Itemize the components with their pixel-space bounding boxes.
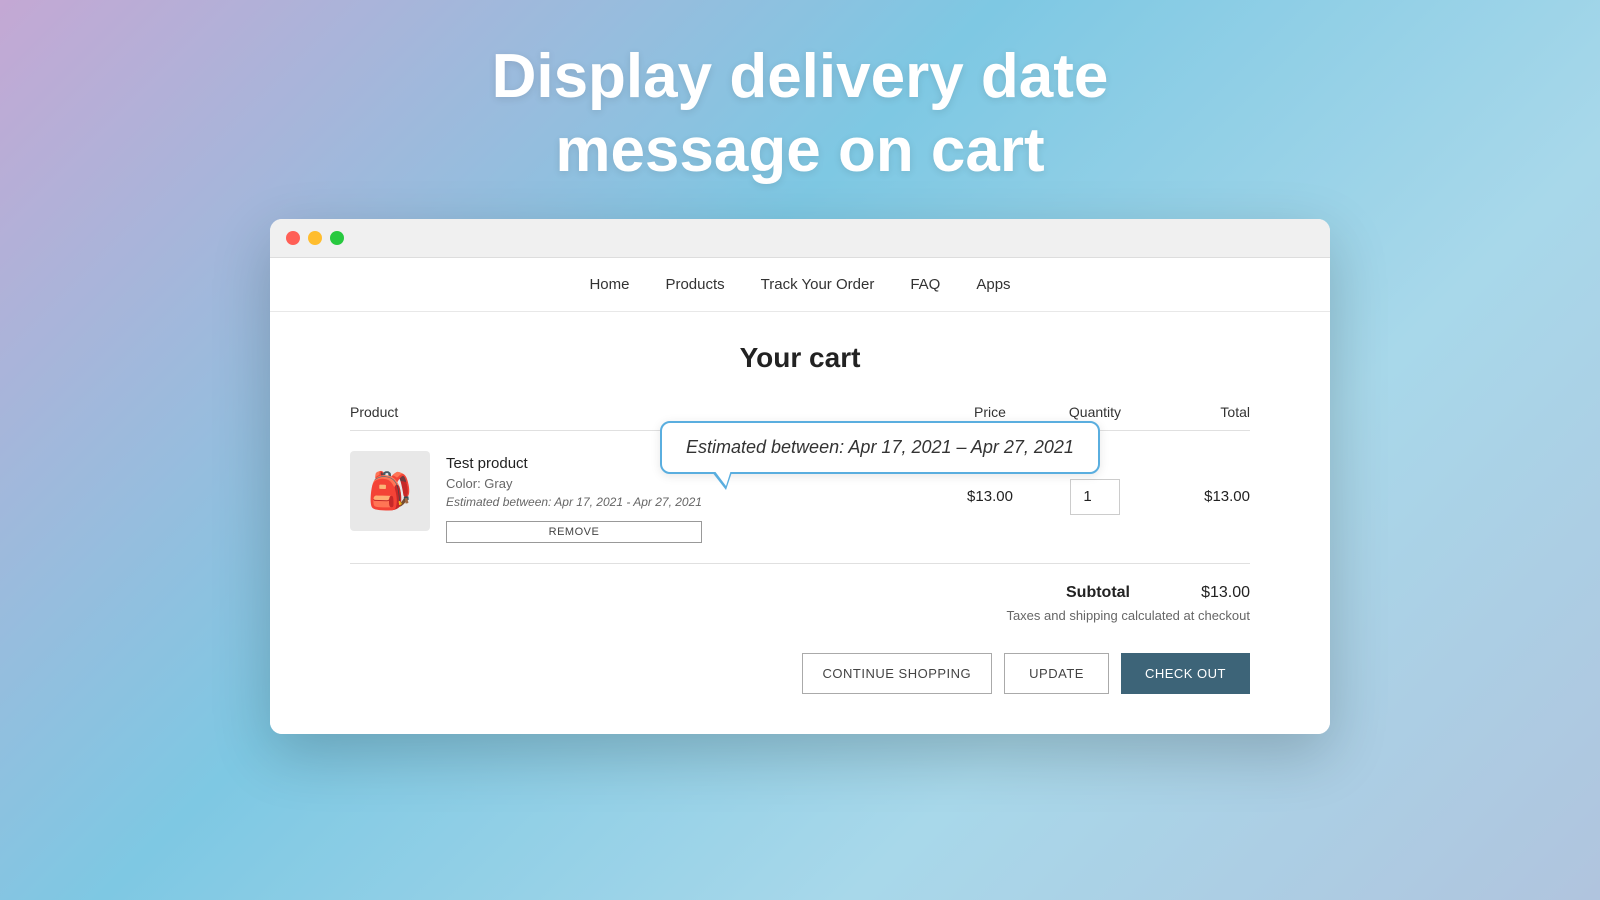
nav-item-products[interactable]: Products [665, 276, 724, 293]
subtotal-value: $13.00 [1190, 584, 1250, 602]
nav-item-apps[interactable]: Apps [976, 276, 1010, 293]
nav-item-home[interactable]: Home [589, 276, 629, 293]
continue-shopping-button[interactable]: CONTINUE SHOPPING [802, 653, 993, 694]
subtotal-label: Subtotal [1066, 584, 1130, 602]
product-quantity-cell [1040, 479, 1150, 515]
minimize-button-icon[interactable] [308, 231, 322, 245]
cart-subtotal: Subtotal $13.00 Taxes and shipping calcu… [350, 564, 1250, 643]
product-image: 🎒 [350, 451, 430, 531]
browser-window: Home Products Track Your Order FAQ Apps … [270, 219, 1330, 734]
cart-item: Estimated between: Apr 17, 2021 – Apr 27… [350, 431, 1250, 564]
product-total: $13.00 [1150, 488, 1250, 505]
cart-container: Your cart Product Price Quantity Total E… [270, 312, 1330, 734]
maximize-button-icon[interactable] [330, 231, 344, 245]
remove-button[interactable]: REMOVE [446, 521, 702, 543]
product-price: $13.00 [940, 488, 1040, 505]
close-button-icon[interactable] [286, 231, 300, 245]
product-image-icon: 🎒 [368, 470, 413, 512]
browser-content: Home Products Track Your Order FAQ Apps … [270, 258, 1330, 734]
col-header-total: Total [1150, 404, 1250, 420]
quantity-input[interactable] [1070, 479, 1120, 515]
cart-actions: CONTINUE SHOPPING UPDATE CHECK OUT [350, 643, 1250, 704]
col-header-quantity: Quantity [1040, 404, 1150, 420]
nav-item-track[interactable]: Track Your Order [761, 276, 875, 293]
taxes-note: Taxes and shipping calculated at checkou… [1006, 608, 1250, 623]
nav-item-faq[interactable]: FAQ [910, 276, 940, 293]
subtotal-row: Subtotal $13.00 [1066, 584, 1250, 602]
update-button[interactable]: UPDATE [1004, 653, 1109, 694]
col-header-product: Product [350, 404, 940, 420]
store-nav: Home Products Track Your Order FAQ Apps [270, 258, 1330, 312]
hero-title: Display delivery date message on cart [492, 40, 1109, 189]
browser-toolbar [270, 219, 1330, 258]
checkout-button[interactable]: CHECK OUT [1121, 653, 1250, 694]
delivery-tooltip: Estimated between: Apr 17, 2021 – Apr 27… [660, 421, 1100, 474]
product-delivery-estimate: Estimated between: Apr 17, 2021 - Apr 27… [446, 495, 702, 509]
cart-title: Your cart [350, 342, 1250, 374]
col-header-price: Price [940, 404, 1040, 420]
product-variant: Color: Gray [446, 476, 702, 491]
